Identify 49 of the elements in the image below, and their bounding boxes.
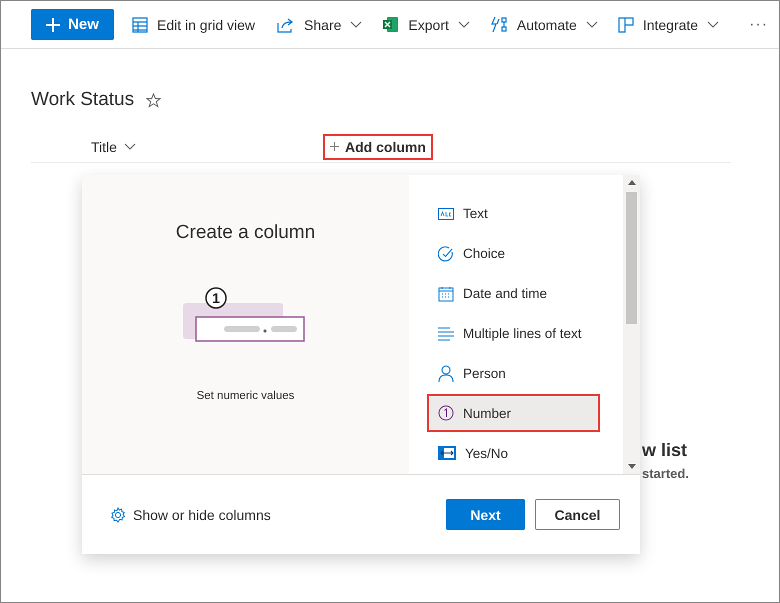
scroll-up-icon[interactable] [628, 180, 636, 185]
plus-icon [330, 142, 339, 151]
column-type-option[interactable]: Number [427, 394, 600, 432]
column-type-option[interactable]: Choice [427, 234, 600, 273]
toggle-arrows-icon [438, 446, 456, 460]
toolbar-button[interactable]: Export [382, 16, 470, 33]
next-button[interactable]: Next [446, 499, 525, 530]
toolbar-button[interactable]: Integrate [618, 16, 720, 32]
more-button[interactable]: ··· [749, 16, 768, 34]
scrollbar[interactable] [623, 175, 640, 474]
empty-state-subtitle: started. [642, 466, 689, 481]
spreadsheet-icon [382, 16, 400, 33]
lines-icon [438, 326, 454, 340]
chevron-down-icon [124, 143, 136, 150]
chevron-down-icon [458, 21, 470, 28]
list-title: Work Status [31, 89, 134, 111]
share-icon [277, 16, 296, 32]
toolbar-button[interactable]: Edit in grid view [132, 16, 256, 32]
new-button[interactable]: New [31, 9, 114, 40]
toolbar-button[interactable]: Share [277, 16, 362, 32]
chevron-down-icon [586, 21, 598, 28]
cancel-button[interactable]: Cancel [535, 499, 620, 530]
add-column-button[interactable]: Add column [323, 134, 433, 160]
flow-icon [490, 16, 508, 33]
column-type-option[interactable]: Person [427, 354, 600, 392]
settings-icon [110, 506, 126, 522]
grid-icon [132, 16, 148, 32]
column-type-option[interactable]: Yes/No [427, 434, 600, 472]
panel-title: Create a column [176, 222, 316, 244]
chevron-down-icon [350, 21, 362, 28]
calendar-icon [438, 286, 454, 302]
number-field-drawing: 1 [182, 287, 304, 342]
column-description: Set numeric values [196, 390, 294, 402]
plus-icon [46, 18, 60, 32]
show-hide-columns-link[interactable]: Show or hide columns [110, 506, 271, 522]
column-type-option[interactable]: Multiple lines of text [427, 314, 600, 352]
column-type-option[interactable]: Text [427, 195, 600, 233]
toolbar-button[interactable]: Automate [490, 16, 598, 33]
check-circle-icon [438, 246, 454, 262]
layout-icon [618, 16, 634, 32]
empty-state-title: w list [642, 440, 688, 461]
star-icon[interactable] [146, 92, 162, 108]
number-circle-icon [438, 405, 454, 422]
text-field-icon [438, 208, 454, 220]
column-header[interactable]: Title [91, 138, 323, 154]
column-type-option[interactable]: Date and time [427, 274, 600, 313]
chevron-down-icon [707, 21, 720, 28]
person-icon [438, 364, 454, 382]
scroll-down-icon[interactable] [628, 464, 636, 469]
